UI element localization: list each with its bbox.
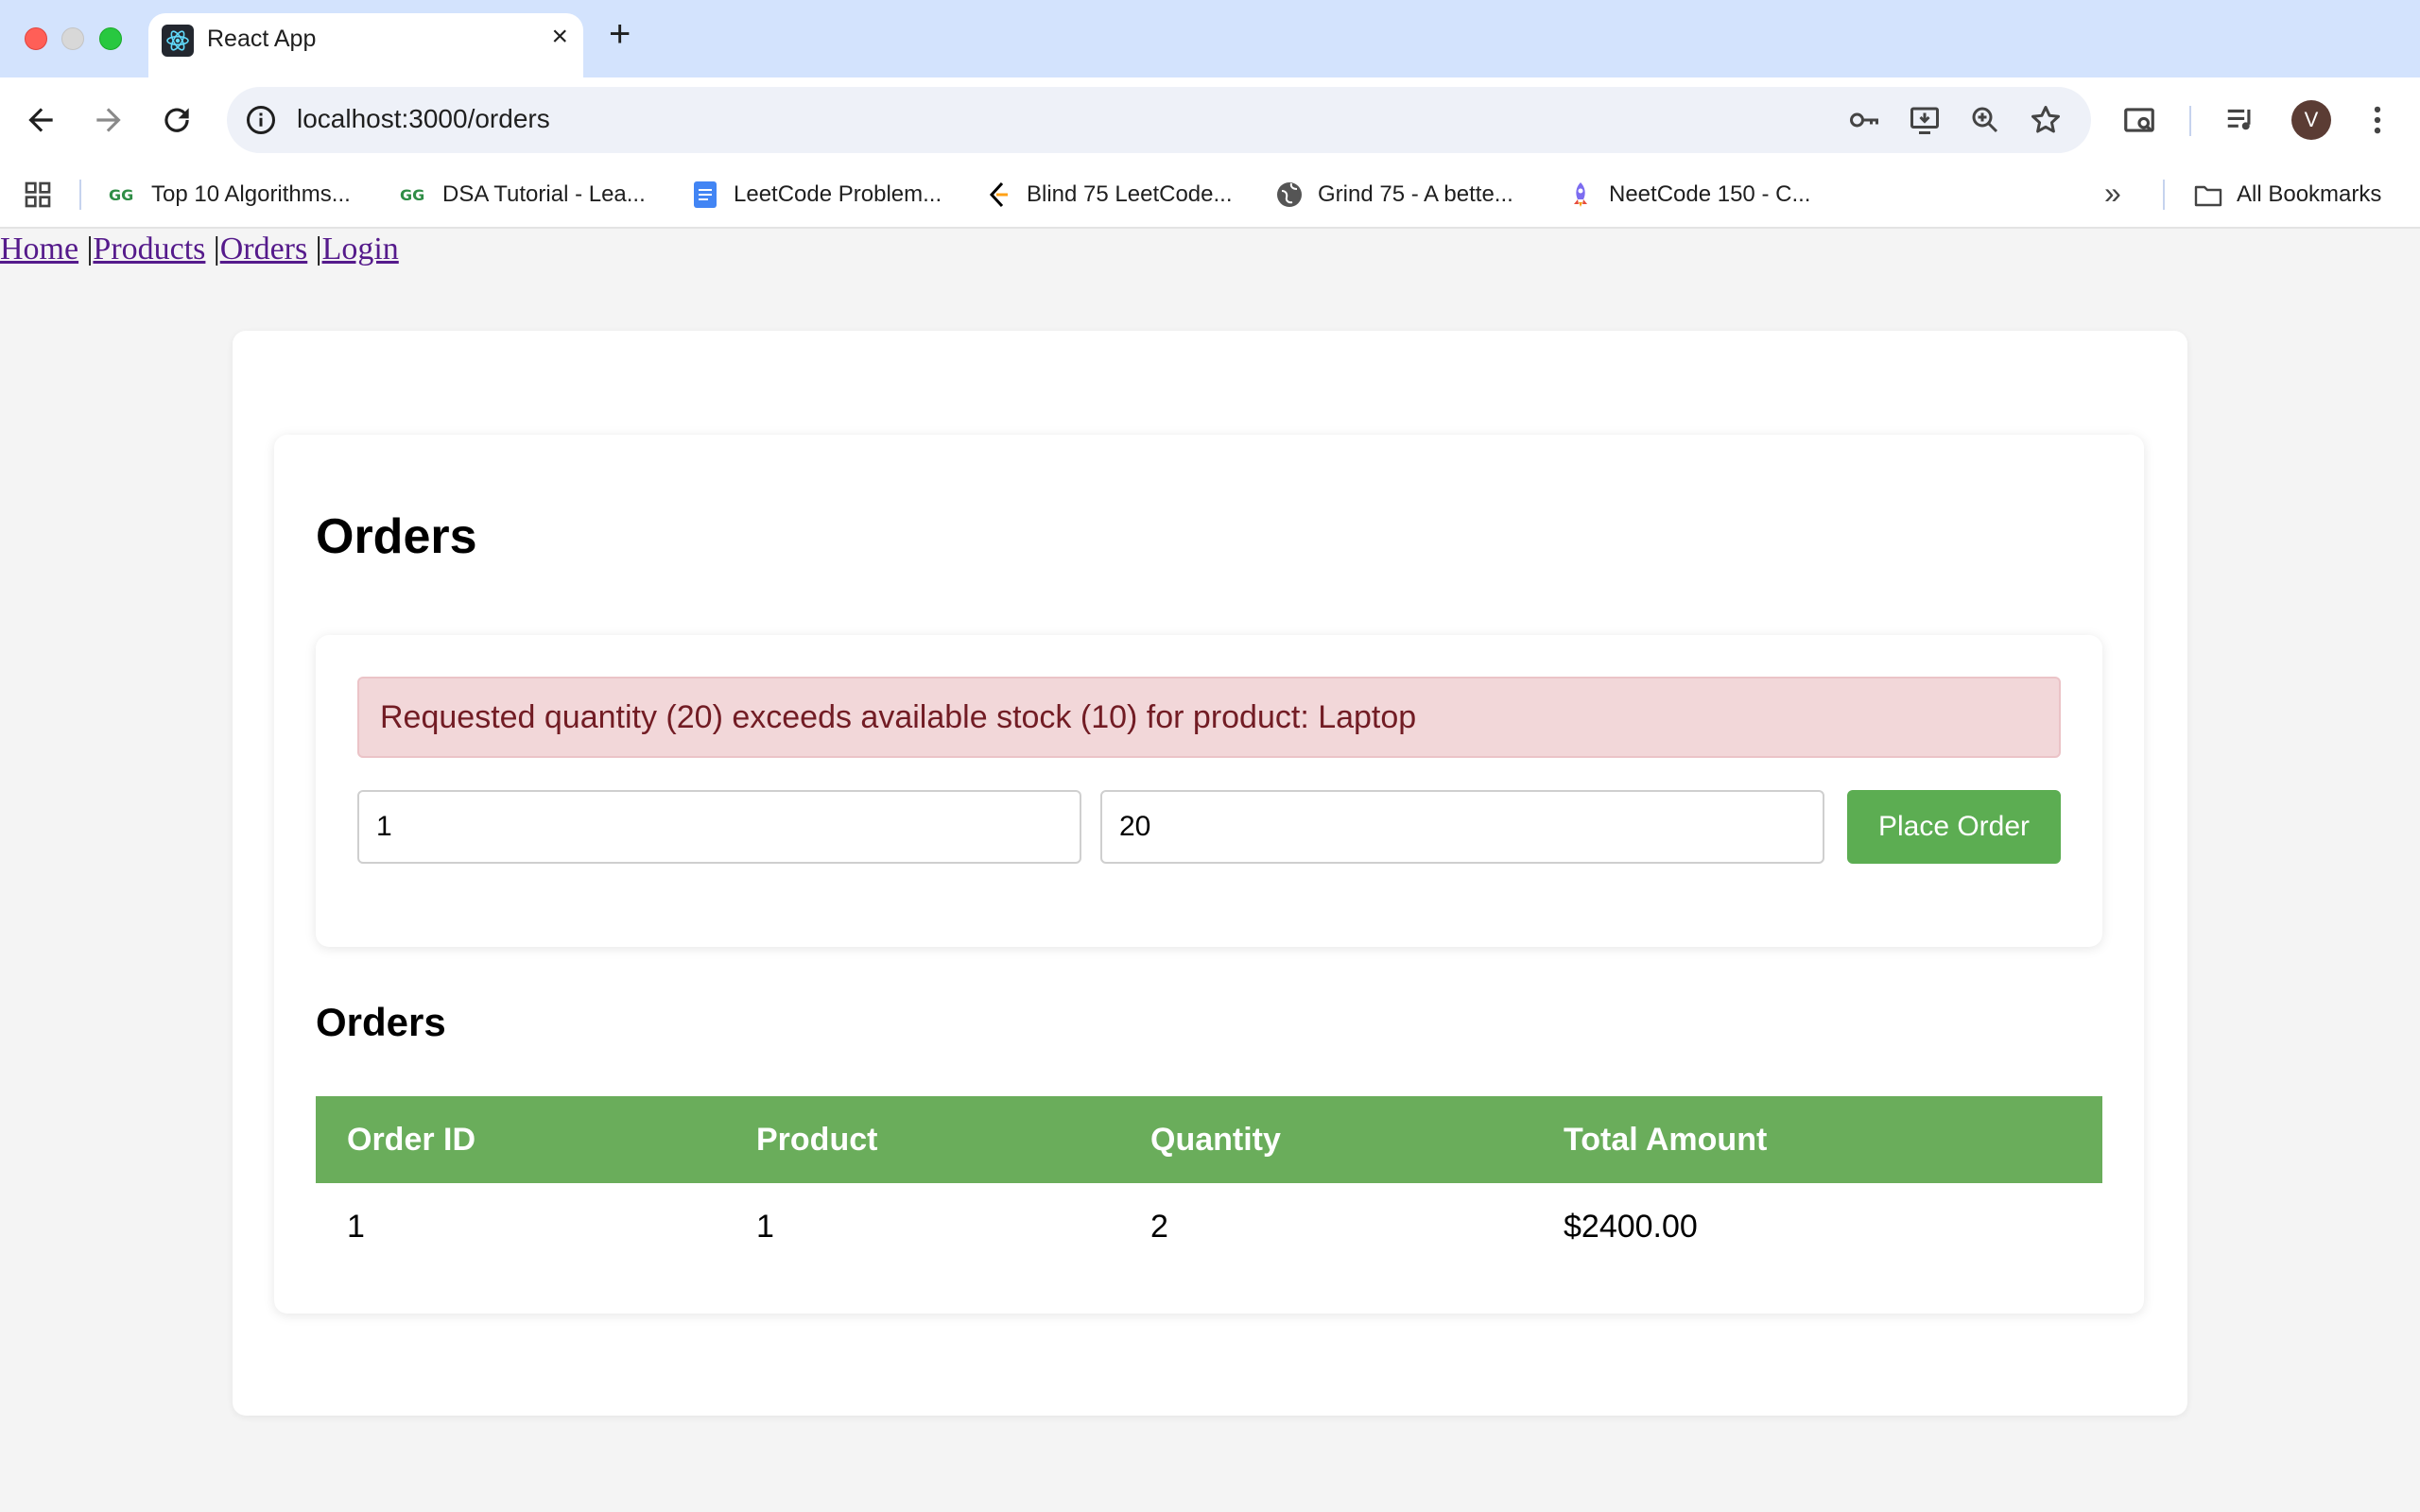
top-nav: Home |Products |Orders |Login (0, 229, 399, 270)
tab-search-icon[interactable] (2121, 102, 2157, 138)
profile-avatar[interactable]: V (2291, 100, 2331, 140)
browser-toolbar: localhost:3000/orders V (0, 77, 2420, 163)
rocket-icon (1565, 180, 1596, 210)
close-window-button[interactable] (25, 27, 47, 50)
bookmark-star-icon[interactable] (2029, 103, 2063, 137)
orders-list-title: Orders (316, 1000, 446, 1044)
back-arrow-icon[interactable] (23, 102, 59, 138)
table-header-row: Order ID Product Quantity Total Amount (316, 1096, 2102, 1183)
google-docs-icon (690, 180, 720, 210)
toolbar-divider (2189, 106, 2191, 136)
svg-text:GG: GG (109, 186, 133, 204)
place-order-button[interactable]: Place Order (1847, 790, 2061, 864)
page-title: Orders (316, 509, 477, 564)
app-container: Orders Requested quantity (20) exceeds a… (233, 331, 2187, 1416)
nav-link-home[interactable]: Home (0, 232, 78, 266)
bookmark-item[interactable]: NeetCode 150 - C... (1565, 177, 1810, 213)
table-row: 1 1 2 $2400.00 (316, 1183, 2102, 1270)
apps-grid-icon[interactable] (23, 180, 53, 210)
tab-title: React App (207, 26, 317, 52)
orders-card: Orders Requested quantity (20) exceeds a… (274, 435, 2144, 1314)
product-id-input[interactable] (357, 790, 1081, 864)
geeksforgeeks-icon: GG (399, 180, 429, 210)
tab-close-icon[interactable]: × (551, 23, 568, 51)
orders-table: Order ID Product Quantity Total Amount 1… (316, 1096, 2102, 1270)
new-tab-button[interactable]: + (609, 15, 631, 53)
bookmarks-bar: GG Top 10 Algorithms... GG DSA Tutorial … (0, 163, 2420, 229)
forward-arrow-icon[interactable] (91, 102, 127, 138)
nav-link-orders[interactable]: Orders (220, 232, 308, 266)
bookmark-item[interactable]: GG Top 10 Algorithms... (108, 177, 351, 213)
cell-product: 1 (756, 1208, 774, 1245)
order-form: Requested quantity (20) exceeds availabl… (316, 635, 2102, 947)
minimize-window-button[interactable] (61, 27, 84, 50)
column-header-order-id: Order ID (316, 1096, 725, 1183)
column-header-quantity: Quantity (1119, 1096, 1532, 1183)
address-bar[interactable]: localhost:3000/orders (227, 87, 2091, 153)
reload-icon[interactable] (159, 102, 195, 138)
bookmarks-overflow-chevron-icon[interactable]: » (2104, 176, 2121, 211)
bookmark-item[interactable]: LeetCode Problem... (690, 177, 942, 213)
media-controls-icon[interactable] (2223, 102, 2259, 138)
bookmark-item[interactable]: Blind 75 LeetCode... (983, 177, 1233, 213)
cell-order-id: 1 (347, 1208, 365, 1245)
bookmark-item[interactable]: Grind 75 - A bette... (1274, 177, 1513, 213)
column-header-total-amount: Total Amount (1532, 1096, 2102, 1183)
zoom-icon[interactable] (1968, 103, 2002, 137)
nav-separator: | (315, 232, 322, 266)
folder-icon (2193, 180, 2223, 210)
bookmarks-divider (2163, 180, 2165, 210)
leetcode-icon (983, 180, 1013, 210)
column-header-product: Product (725, 1096, 1119, 1183)
install-app-icon[interactable] (1908, 103, 1942, 137)
cell-total-amount: $2400.00 (1564, 1208, 1698, 1245)
svg-text:GG: GG (400, 186, 424, 204)
bookmark-item[interactable]: GG DSA Tutorial - Lea... (399, 177, 646, 213)
more-menu-icon[interactable] (2360, 102, 2395, 138)
maximize-window-button[interactable] (99, 27, 122, 50)
browser-tab-active[interactable]: React App × (148, 13, 583, 77)
nav-separator: | (213, 232, 220, 266)
globe-icon (1274, 180, 1305, 210)
all-bookmarks-button[interactable]: All Bookmarks (2193, 177, 2381, 213)
bookmarks-divider (79, 180, 81, 210)
cell-quantity: 2 (1150, 1208, 1168, 1245)
password-key-icon[interactable] (1847, 103, 1881, 137)
url-text: localhost:3000/orders (297, 104, 550, 133)
site-info-icon[interactable] (244, 103, 278, 137)
error-alert: Requested quantity (20) exceeds availabl… (357, 677, 2061, 758)
geeksforgeeks-icon: GG (108, 180, 138, 210)
nav-link-login[interactable]: Login (322, 232, 399, 266)
browser-tabstrip: React App × + (0, 0, 2420, 77)
quantity-input[interactable] (1100, 790, 1824, 864)
nav-link-products[interactable]: Products (93, 232, 205, 266)
react-icon (162, 25, 194, 57)
page-viewport: Home |Products |Orders |Login Orders Req… (0, 229, 2420, 1512)
